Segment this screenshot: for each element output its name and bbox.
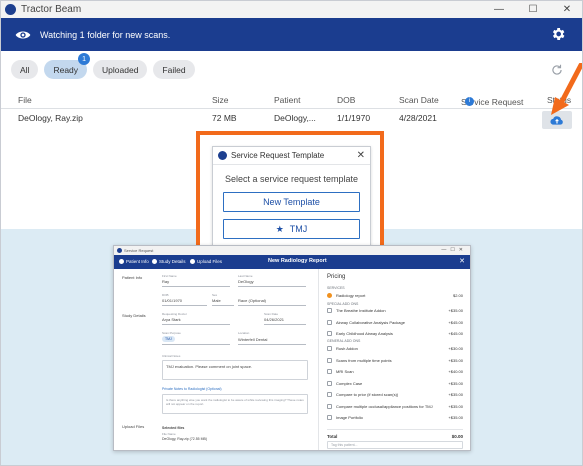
checkbox-icon[interactable] xyxy=(327,403,332,409)
col-scan-date[interactable]: Scan Date xyxy=(399,95,439,105)
dialog-title: Service Request Template xyxy=(231,151,325,160)
size-cell: 72 MB xyxy=(212,113,237,123)
special-addon-item[interactable]: The Breathe Institute Addon +$35.00 xyxy=(327,307,463,314)
info-icon[interactable]: i xyxy=(465,97,474,106)
window-controls[interactable]: —☐✕ xyxy=(441,247,467,253)
app-logo-icon xyxy=(5,4,16,15)
general-addon-item[interactable]: Scans from multiple time points +$35.00 xyxy=(327,357,463,364)
report-form: Patient Info First Name Ray Last Name De… xyxy=(114,269,318,450)
section-patient-info: Patient Info xyxy=(122,275,143,280)
table-header: File Size Patient DOB Scan Date Service … xyxy=(1,93,582,109)
checkbox-icon[interactable] xyxy=(327,392,332,397)
checkbox-icon[interactable] xyxy=(327,346,332,351)
pricing-panel: Pricing SERVICES Radiology report $2.00 … xyxy=(318,269,470,450)
gear-icon[interactable] xyxy=(550,26,566,42)
pricing-title: Pricing xyxy=(327,274,346,280)
dob-cell: 1/1/1970 xyxy=(337,113,371,123)
section-study-details: Study Details xyxy=(122,313,146,318)
table-row[interactable]: DeOlogy, Ray.zip 72 MB DeOlogy,... 1/1/1… xyxy=(1,111,582,131)
general-addon-item[interactable]: Compare to prior (if stored scan(s)) +$35… xyxy=(327,391,463,398)
special-addon-item[interactable]: Early Childhood Airway Analysis +$45.00 xyxy=(327,330,463,337)
close-button[interactable]: ✕ xyxy=(550,1,582,18)
col-patient[interactable]: Patient xyxy=(274,95,300,105)
tmj-template-button[interactable]: ★ TMJ xyxy=(223,219,360,239)
arrow-annotation-icon xyxy=(551,63,582,115)
checkbox-icon[interactable] xyxy=(327,369,332,374)
close-icon[interactable]: ✕ xyxy=(357,150,365,161)
last-name-field[interactable]: DeOlogy xyxy=(238,279,254,284)
step-patient-info[interactable]: Patient Info xyxy=(119,259,149,264)
star-icon: ★ xyxy=(275,223,284,234)
checkbox-icon[interactable] xyxy=(327,308,332,313)
file-cell: DeOlogy, Ray.zip xyxy=(18,113,83,123)
general-addon-item[interactable]: Compare multiple occlusal/appliance posi… xyxy=(327,403,463,410)
title-bar: Tractor Beam — ☐ ✕ xyxy=(1,1,582,18)
private-notes-textarea[interactable]: Is there anything else you want the radi… xyxy=(162,394,308,414)
filter-ready[interactable]: Ready 1 xyxy=(44,53,91,79)
general-addon-item[interactable]: Complex Case +$35.00 xyxy=(327,380,463,387)
header-bar: Watching 1 folder for new scans. xyxy=(1,18,582,51)
section-upload-files: Upload Files xyxy=(122,424,145,429)
filter-all[interactable]: All xyxy=(11,60,39,79)
tag-patient-input[interactable]: Tag this patient... xyxy=(327,441,463,449)
sex-select[interactable]: Male xyxy=(212,298,221,303)
service-radiology-report[interactable]: Radiology report $2.00 xyxy=(327,292,463,299)
step-study-details[interactable]: Study Details xyxy=(152,259,186,264)
app-logo-icon xyxy=(117,248,122,253)
eye-icon xyxy=(15,31,31,38)
filter-uploaded[interactable]: Uploaded xyxy=(93,60,148,79)
dob-field[interactable]: 01/01/1970 xyxy=(162,298,182,303)
app-logo-icon xyxy=(218,151,227,160)
new-template-button[interactable]: New Template xyxy=(223,192,360,212)
maximize-button[interactable]: ☐ xyxy=(516,1,550,18)
general-addon-item[interactable]: Rush Addon +$30.00 xyxy=(327,345,463,352)
service-request-template-dialog: Service Request Template ✕ Select a serv… xyxy=(212,146,371,249)
scan-date-cell: 4/28/2021 xyxy=(399,113,437,123)
doctor-select[interactable]: Arya Stark xyxy=(162,317,181,322)
total-row: Total $0.00 xyxy=(327,429,463,439)
general-addon-item[interactable]: Image Portfolio +$35.00 xyxy=(327,414,463,421)
col-file[interactable]: File xyxy=(18,95,32,105)
scan-date-field[interactable]: 04/26/2021 xyxy=(264,317,284,322)
special-addon-item[interactable]: Airway Collaborative Analysis Package +$4… xyxy=(327,319,463,326)
filter-failed[interactable]: Failed xyxy=(153,60,195,79)
first-name-field[interactable]: Ray xyxy=(162,279,169,284)
radiology-report-window: Service Request —☐✕ Patient Info Study D… xyxy=(113,245,471,451)
minimize-button[interactable]: — xyxy=(482,1,516,18)
col-size[interactable]: Size xyxy=(212,95,229,105)
clinical-notes-textarea[interactable]: TMJ evaluation. Please comment on joint … xyxy=(162,360,308,380)
checkbox-icon[interactable] xyxy=(327,415,332,420)
scan-purpose-chip[interactable]: TMJ xyxy=(162,336,175,342)
watching-status: Watching 1 folder for new scans. xyxy=(40,29,171,40)
report-title: New Radiology Report xyxy=(268,258,327,264)
app-window: Tractor Beam — ☐ ✕ Watching 1 folder for… xyxy=(0,0,583,466)
patient-cell: DeOlogy,... xyxy=(274,113,316,123)
status-filters: All Ready 1 Uploaded Failed xyxy=(11,53,195,79)
location-select[interactable]: Winterfell Dental xyxy=(238,337,267,342)
radio-selected-icon xyxy=(327,293,332,298)
report-title-bar: Service Request —☐✕ xyxy=(114,246,470,255)
total-value: $0.00 xyxy=(451,434,463,439)
checkbox-icon[interactable] xyxy=(327,380,332,386)
checkbox-icon[interactable] xyxy=(327,319,332,325)
checkbox-icon[interactable] xyxy=(327,331,332,336)
race-select[interactable]: Race (Optional) xyxy=(238,298,266,303)
general-addon-item[interactable]: MRI Scan +$40.00 xyxy=(327,368,463,375)
report-header: Patient Info Study Details Upload Files … xyxy=(114,255,470,269)
dialog-prompt: Select a service request template xyxy=(224,174,359,184)
step-upload-files[interactable]: Upload Files xyxy=(190,259,222,264)
ready-count-badge: 1 xyxy=(78,53,91,65)
col-dob[interactable]: DOB xyxy=(337,95,355,105)
window-title: Tractor Beam xyxy=(21,4,82,15)
selected-file-name: DeOlogy, Ray.zip (72.55 MB) xyxy=(162,437,207,441)
close-icon[interactable]: ✕ xyxy=(459,257,465,265)
dialog-header: Service Request Template ✕ xyxy=(213,147,370,165)
window-controls: — ☐ ✕ xyxy=(482,1,582,18)
private-notes-link[interactable]: Private Notes to Radiologist (Optional) xyxy=(162,387,222,391)
checkbox-icon[interactable] xyxy=(327,357,332,363)
